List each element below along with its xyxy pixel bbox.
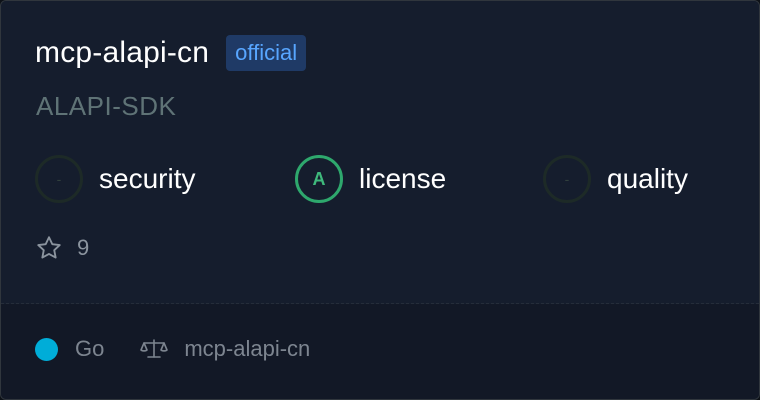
official-badge: official (226, 35, 307, 71)
star-icon (37, 236, 61, 259)
star-count: 9 (77, 235, 90, 260)
title-row: mcp-alapi-cn official (35, 34, 307, 72)
quality-score-circle: - (543, 155, 591, 203)
metric-license: A license (295, 155, 446, 203)
scale-icon (140, 337, 169, 361)
repo-owner[interactable]: ALAPI-SDK (36, 89, 176, 123)
license-score-circle: A (295, 155, 343, 203)
license-label: license (359, 163, 447, 194)
repo-card[interactable]: mcp-alapi-cn official ALAPI-SDK - securi… (0, 0, 760, 400)
card-body: mcp-alapi-cn official ALAPI-SDK - securi… (1, 1, 759, 303)
language-label: Go (75, 336, 105, 361)
footer-row: Go mcp-alapi-cn (35, 336, 310, 362)
security-label: security (99, 163, 196, 194)
language-color-dot (35, 337, 58, 361)
stars: 9 (35, 234, 89, 262)
quality-label: quality (607, 163, 688, 194)
repo-name[interactable]: mcp-alapi-cn (35, 34, 209, 72)
security-score-circle: - (35, 155, 83, 203)
license-name: mcp-alapi-cn (184, 336, 311, 361)
metric-quality: - quality (543, 155, 688, 203)
metric-security: - security (35, 155, 195, 203)
